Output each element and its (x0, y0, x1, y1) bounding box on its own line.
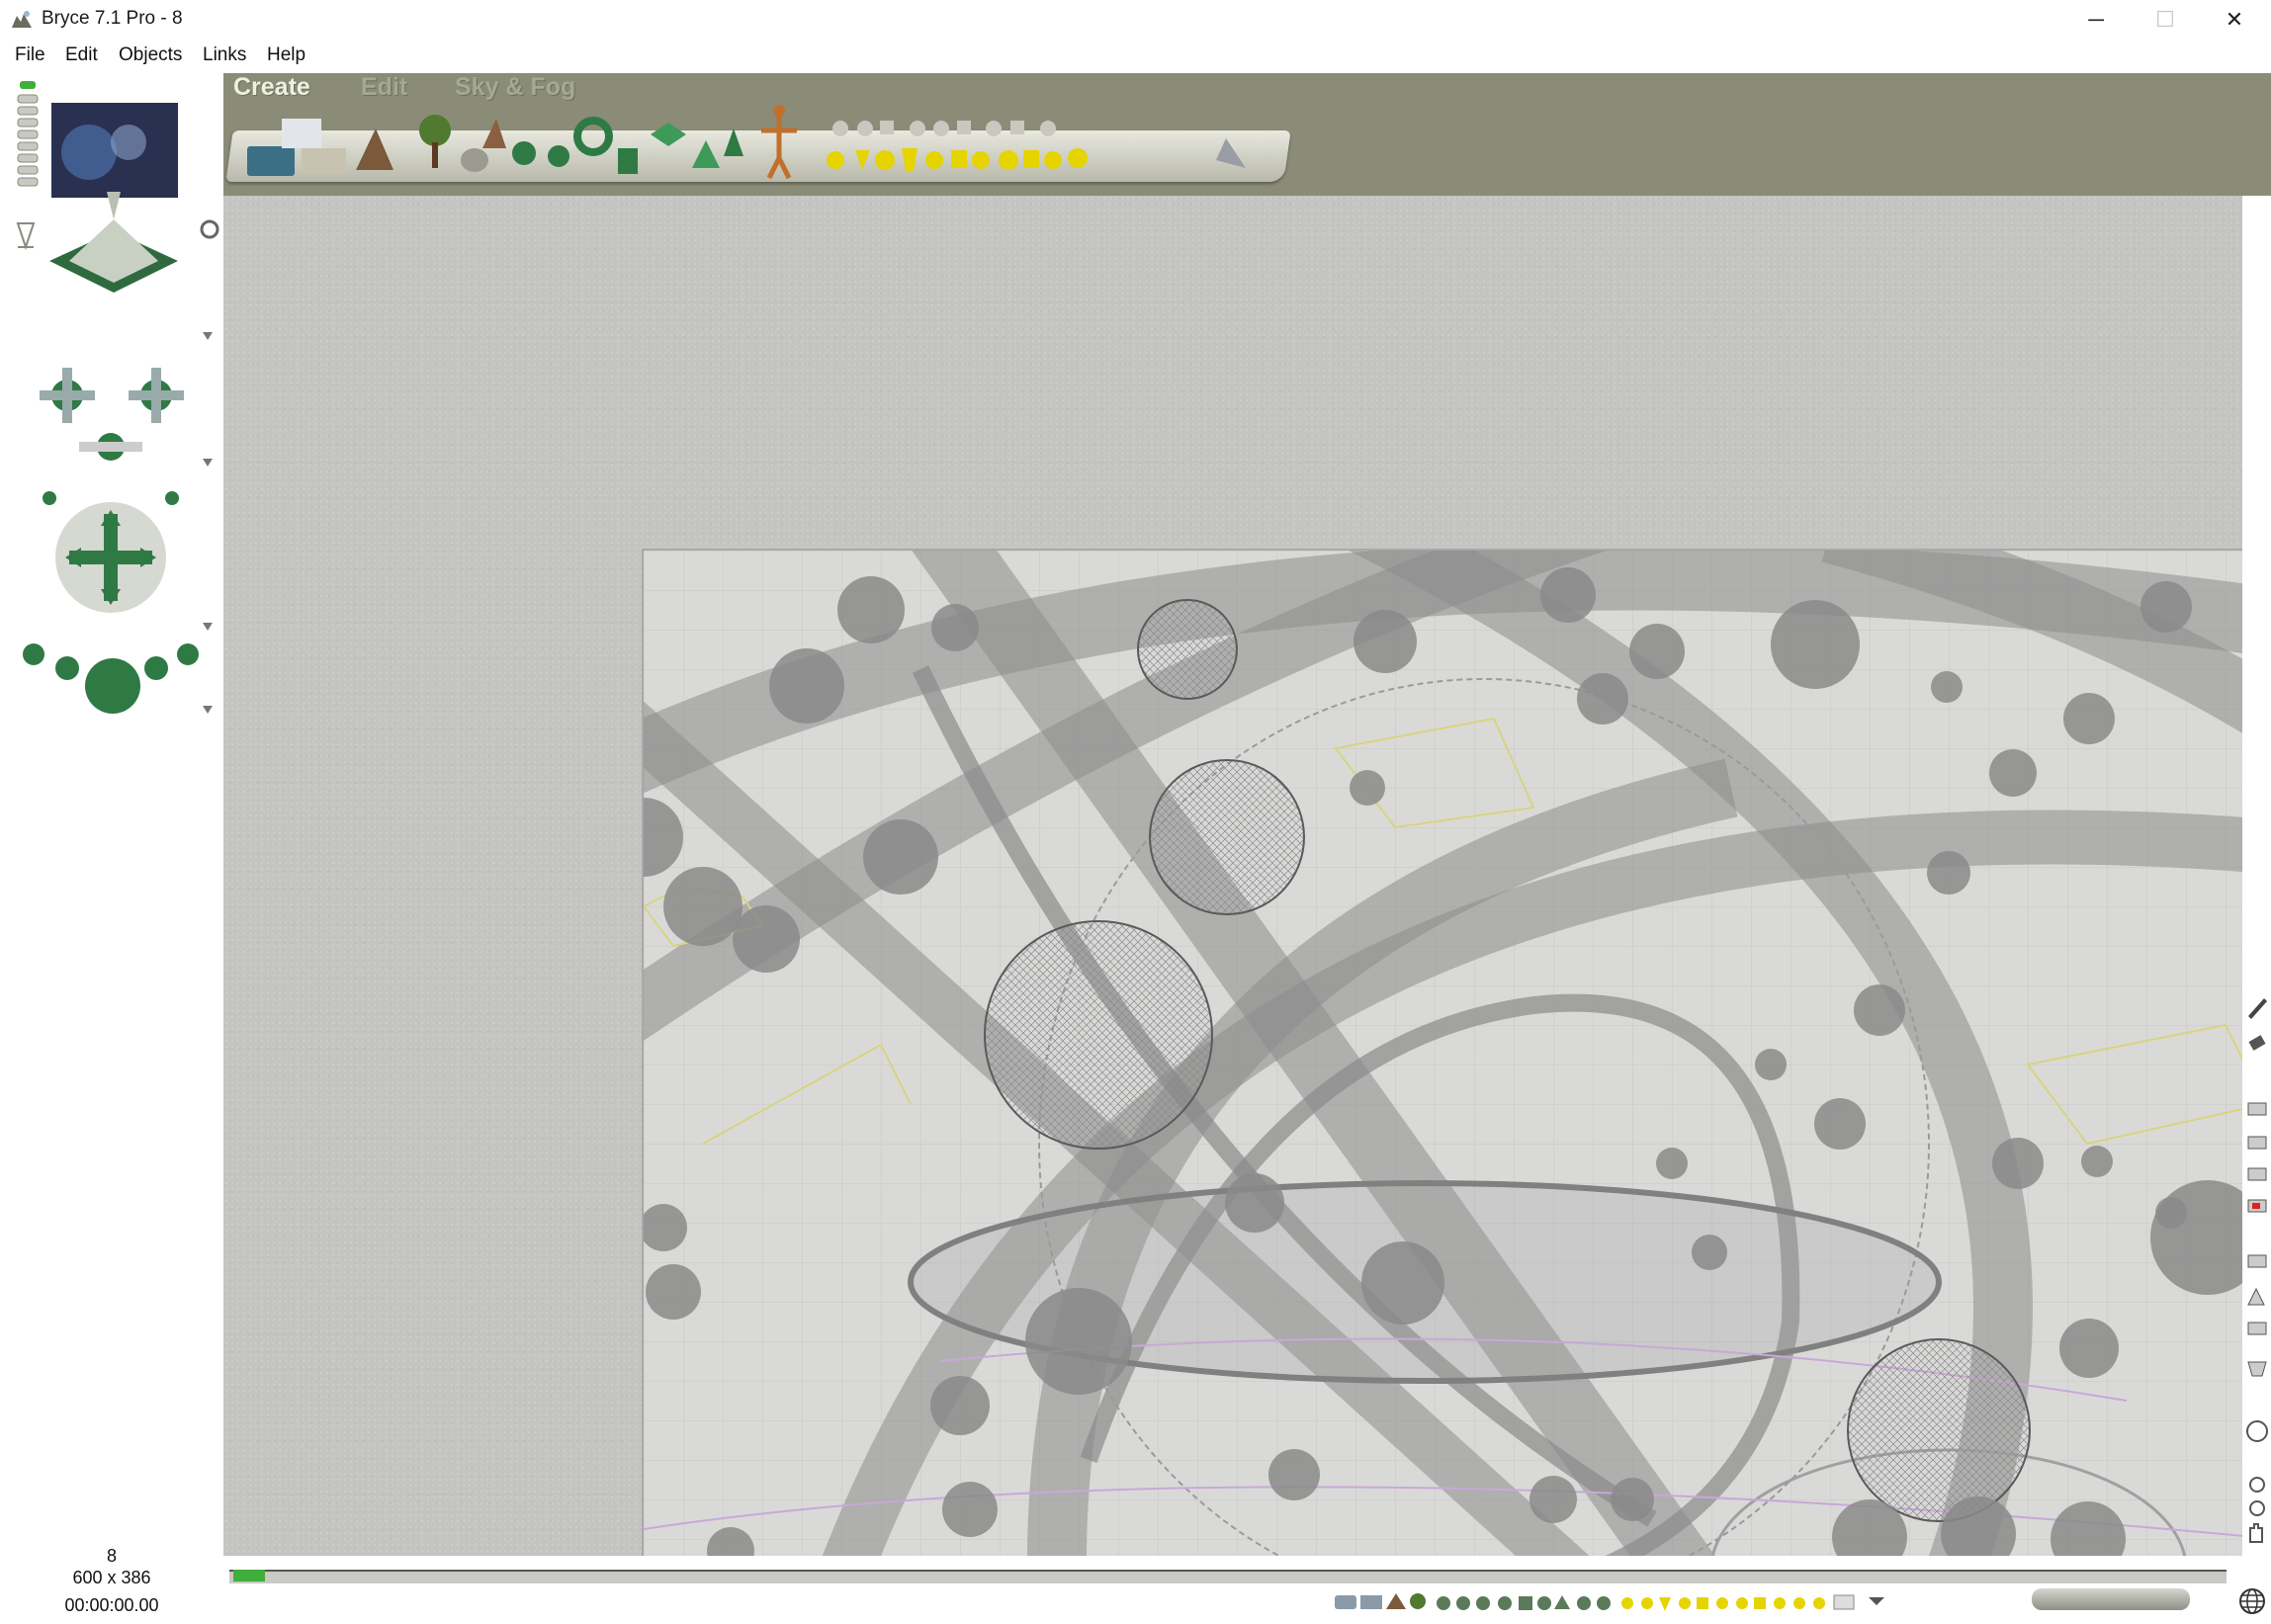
document-size: 600 x 386 (72, 1568, 151, 1587)
left-control-panel: 8 600 x 386 00:00:00.00 (0, 73, 223, 1624)
workspace (223, 196, 2271, 1597)
menu-links[interactable]: Links (203, 44, 246, 66)
animation-timeline[interactable] (229, 1570, 2227, 1583)
bryce-app-icon (12, 11, 32, 28)
menu-help[interactable]: Help (267, 44, 306, 66)
camera-dot-left-icon[interactable] (43, 491, 56, 505)
camera-cross-icon[interactable] (40, 368, 184, 461)
render-options-icon[interactable] (17, 94, 39, 187)
material-icon[interactable] (2247, 1287, 2265, 1306)
water-plane-icon[interactable] (247, 146, 295, 176)
left-controls (16, 81, 219, 714)
tab-edit[interactable]: Edit (361, 73, 407, 102)
tab-sky-fog[interactable]: Sky & Fog (455, 73, 575, 102)
camera-dot-right-icon[interactable] (165, 491, 179, 505)
cone-icon[interactable] (724, 128, 743, 156)
timeline-scrubber[interactable] (233, 1570, 265, 1581)
maximize-button[interactable]: ☐ (2131, 0, 2200, 40)
zoom-in-icon[interactable] (2249, 1477, 2265, 1493)
light-objects-icons[interactable] (827, 148, 1088, 172)
window-title: Bryce 7.1 Pro - 8 (42, 8, 183, 29)
title-bar: Bryce 7.1 Pro - 8 ─ ☐ ✕ (0, 0, 2271, 40)
flyaround-icon[interactable] (16, 222, 36, 251)
tab-create[interactable]: Create (233, 73, 310, 102)
menu-edit[interactable]: Edit (65, 44, 98, 66)
display-mode-indicator[interactable] (20, 81, 36, 89)
stone-icon[interactable] (482, 119, 506, 148)
ground-plane-icon[interactable] (302, 148, 346, 174)
metaball-icon[interactable] (512, 141, 536, 165)
camera-options-icon[interactable] (200, 219, 219, 239)
download-icon[interactable] (2247, 1361, 2267, 1377)
timecode: 00:00:00.00 (64, 1595, 159, 1615)
render-hq-icon[interactable] (2247, 1136, 2267, 1150)
human-figure-icon[interactable] (773, 105, 785, 117)
create-object-icons (247, 105, 1246, 180)
preset-shape-icons[interactable] (832, 121, 1056, 136)
minimize-button[interactable]: ─ (2061, 0, 2131, 40)
pyramid-icon[interactable] (692, 140, 720, 168)
right-tool-icons (2246, 998, 2268, 1543)
cloud-plane-icon[interactable] (282, 119, 321, 148)
preview-icon[interactable] (2247, 1167, 2267, 1181)
menu-bar: File Edit Objects Links Help (0, 40, 2271, 73)
hand-pan-icon[interactable] (2249, 1523, 2263, 1543)
mini-palette-icon[interactable] (1335, 1587, 1997, 1615)
texture-icon[interactable] (2247, 1254, 2267, 1268)
playback-icon[interactable] (2032, 1588, 2190, 1610)
scene-viewport[interactable] (642, 549, 2271, 1597)
eraser-icon[interactable] (2248, 1035, 2266, 1051)
close-button[interactable]: ✕ (2200, 0, 2269, 40)
wireframe-scene (644, 551, 2269, 1595)
menu-file[interactable]: File (15, 44, 45, 66)
paint-brush-icon[interactable] (2248, 998, 2267, 1019)
directional-light-icon[interactable] (1216, 138, 1246, 168)
sphere-icon[interactable] (548, 145, 569, 167)
options-icon[interactable] (2247, 1322, 2267, 1335)
right-tool-strip (2242, 196, 2271, 1624)
globe-icon[interactable] (2238, 1587, 2266, 1615)
terrain-icon[interactable] (356, 128, 393, 170)
cube-icon[interactable] (651, 123, 686, 146)
render-icon[interactable] (2247, 1102, 2267, 1116)
torus-icon[interactable] (573, 117, 613, 156)
tree-icon[interactable] (419, 115, 451, 146)
scene-number: 8 (106, 1546, 117, 1566)
camera-orbit-icon[interactable] (2246, 1420, 2268, 1442)
rock-icon[interactable] (461, 148, 488, 172)
trackball-icon[interactable] (23, 643, 199, 714)
menu-objects[interactable]: Objects (119, 44, 182, 66)
zoom-out-icon[interactable] (2249, 1500, 2265, 1516)
cylinder-icon[interactable] (618, 148, 638, 174)
